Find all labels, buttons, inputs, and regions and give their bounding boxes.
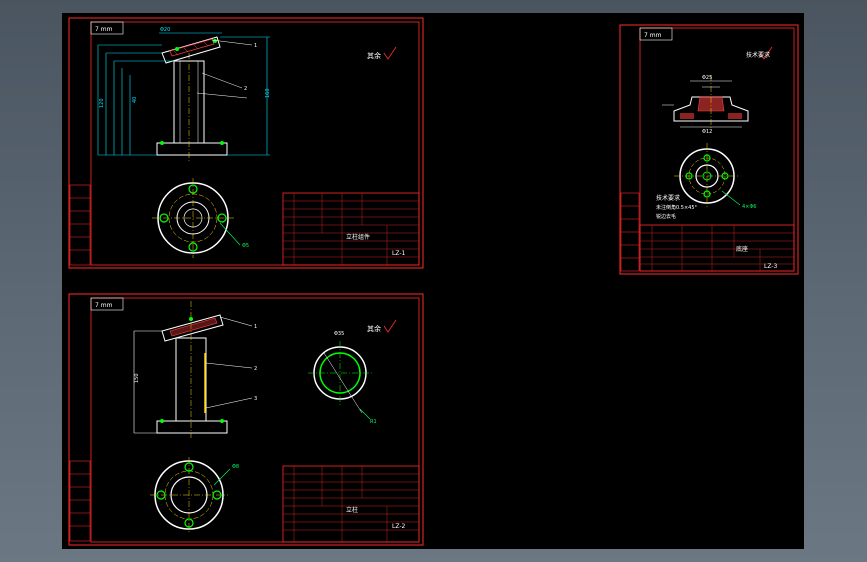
dim-height: 150 [134,373,140,383]
balloon-2: 2 [244,86,247,92]
part-name: 立柱 [346,506,358,514]
cad-drawing: 7 mm Φ20 160 120 40 1 2 Φ5 其余 立柱组件 LZ-1 … [68,17,799,546]
corner-label: 7 mm [644,32,662,39]
front-view-column: 150 1 2 3 [133,301,257,438]
corner-label: 7 mm [95,26,113,33]
tech-note-line-1: 未注倒角0.5×45° [656,204,698,211]
dim-ring: Φ35 [334,331,344,337]
section-view-ring: Φ35 R1 [308,331,377,425]
tech-note: 其余 [367,324,381,333]
drawing-no: LZ-2 [392,523,406,530]
dim-left: 120 [99,98,105,108]
drawing-no: LZ-3 [764,263,778,270]
sheet-top-left: 7 mm Φ20 160 120 40 1 2 Φ5 其余 立柱组件 LZ-1 [68,17,424,269]
hole-callout: 4×Φ6 [742,204,757,210]
part-name: 立柱组件 [346,233,370,241]
balloon-1: 1 [254,324,257,330]
base-flange [156,142,228,156]
drawing-canvas: 7 mm Φ20 160 120 40 1 2 Φ5 其余 立柱组件 LZ-1 … [62,13,804,549]
title-block: 立柱组件 LZ-1 [282,192,420,266]
sheet-right: 7 mm Φ25 Φ12 4×Φ6 技术要求 未注倒角0.5×45° 锐边去毛 … [619,24,799,275]
front-view-assembly: Φ20 160 120 40 1 2 [97,27,271,161]
part-name: 底座 [736,245,748,253]
ring-callout: R1 [370,419,377,425]
top-view-flange: Φ8 [150,457,239,533]
balloon-1: 1 [254,43,257,49]
section-view-base: Φ25 Φ12 [662,75,749,135]
tech-note: 其余 [367,51,381,60]
balloon-2: 2 [254,366,257,372]
drawing-no: LZ-1 [392,250,406,257]
title-block: 立柱 LZ-2 [282,465,420,543]
balloon-3: 3 [254,396,257,402]
hole-callout: Φ8 [232,464,239,470]
plan-view-base: 4×Φ6 [674,143,757,210]
sheet-bottom-left: 7 mm 150 1 2 3 Φ35 R1 Φ8 其余 立柱 LZ-2 [68,293,424,546]
tech-note: 技术要求 [746,51,770,59]
top-view-flange: Φ5 [152,178,249,258]
hole-callout: Φ5 [242,243,249,249]
corner-label: 7 mm [95,302,113,309]
tech-note-title: 技术要求 [656,194,680,202]
dim-section-bottom: Φ12 [702,129,712,135]
dim-section-top: Φ25 [702,75,712,81]
dim-mid: 40 [132,97,138,103]
tilted-head [161,36,221,64]
title-block: 底座 LZ-3 [639,224,795,272]
margin-strip [69,184,91,266]
dim-height: 160 [265,88,271,98]
dim-top: Φ20 [160,27,170,33]
tech-note-line-2: 锐边去毛 [656,213,676,220]
